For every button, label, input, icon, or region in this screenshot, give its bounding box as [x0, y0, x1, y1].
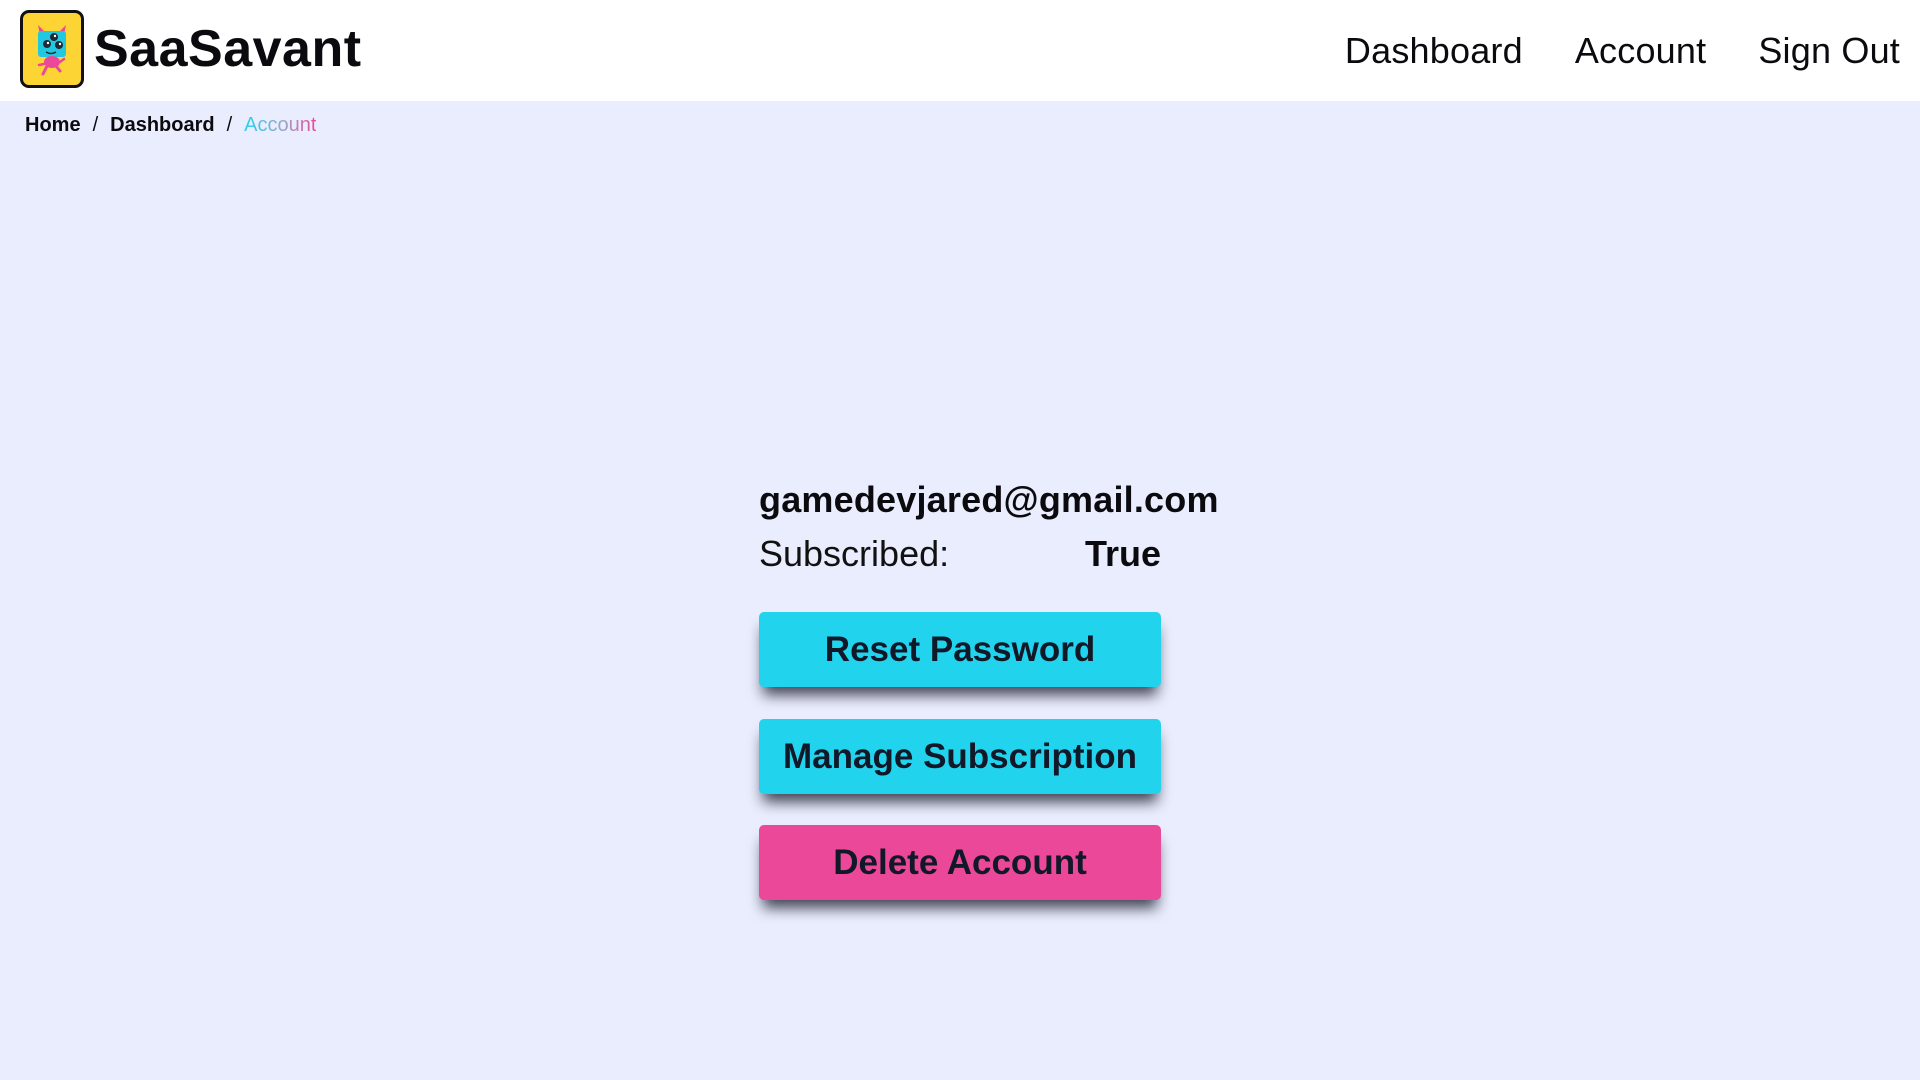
subscribed-value: True	[1084, 533, 1161, 574]
reset-password-button[interactable]: Reset Password	[759, 612, 1161, 687]
subscription-status: Subscribed: True	[759, 532, 1161, 576]
main-nav: Dashboard Account Sign Out	[1293, 0, 1900, 101]
nav-account[interactable]: Account	[1575, 30, 1706, 72]
breadcrumb-separator: /	[92, 114, 99, 136]
logo	[20, 10, 84, 88]
brand-name: SaaSavant	[94, 20, 362, 78]
delete-account-button[interactable]: Delete Account	[759, 825, 1161, 900]
subscribed-label: Subscribed:	[759, 533, 950, 574]
breadcrumb-current: Account	[244, 114, 317, 136]
nav-dashboard[interactable]: Dashboard	[1345, 30, 1523, 72]
top-navbar: SaaSavant Dashboard Account Sign Out	[0, 0, 1920, 101]
brand-link[interactable]: SaaSavant	[20, 10, 362, 88]
breadcrumb: Home / Dashboard / Account	[25, 114, 316, 137]
nav-sign-out[interactable]: Sign Out	[1758, 30, 1900, 72]
breadcrumb-separator: /	[226, 114, 233, 136]
account-email: gamedevjared@gmail.com	[759, 479, 1219, 520]
manage-subscription-button[interactable]: Manage Subscription	[759, 719, 1161, 794]
breadcrumb-dashboard[interactable]: Dashboard	[110, 114, 214, 137]
monster-mascot-icon	[37, 25, 66, 76]
account-panel: gamedevjared@gmail.com Subscribed: True …	[759, 478, 1219, 900]
breadcrumb-home[interactable]: Home	[25, 114, 81, 137]
